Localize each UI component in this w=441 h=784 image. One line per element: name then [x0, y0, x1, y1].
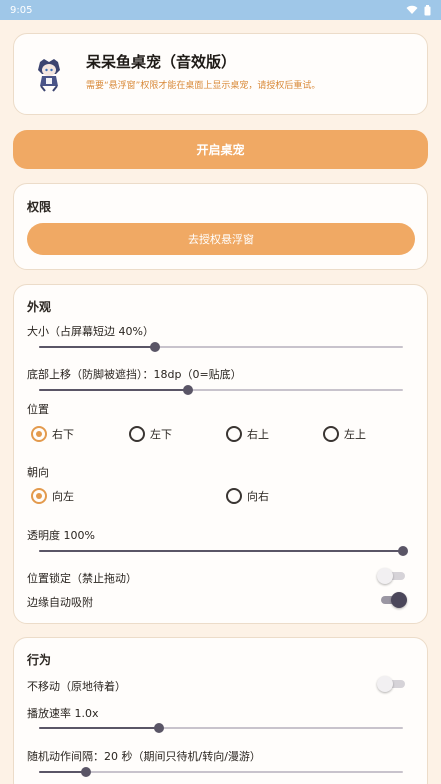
stay-label: 不移动（原地待着）	[27, 680, 126, 693]
behavior-title: 行为	[27, 653, 52, 667]
size-slider[interactable]	[39, 340, 403, 354]
size-slider-thumb[interactable]	[150, 342, 161, 352]
behavior-card: 行为 不移动（原地待着） 播放速率 1.0x 随机动作间隔：20 秒（期间只待机…	[13, 637, 428, 784]
offset-label: 底部上移（防脚被遮挡）：18dp（0=贴底）	[27, 368, 242, 381]
start-pet-button[interactable]: 开启桌宠	[13, 130, 428, 169]
opacity-slider-thumb[interactable]	[398, 546, 408, 556]
appearance-title: 外观	[27, 300, 52, 314]
grant-overlay-button[interactable]: 去授权悬浮窗	[27, 223, 415, 255]
opacity-label: 透明度 100%	[27, 529, 95, 542]
interval-label: 随机动作间隔：20 秒（期间只待机/转向/漫游）	[27, 750, 261, 763]
position-radio-top-right[interactable]: 右上	[226, 426, 269, 442]
size-label: 大小（占屏幕短边 40%）	[27, 325, 154, 338]
permission-hint: 需要“悬浮窗”权限才能在桌面上显示桌宠，请授权后重试。	[86, 81, 321, 91]
permission-title: 权限	[27, 200, 52, 214]
status-time: 9:05	[10, 4, 33, 16]
facing-label: 朝向	[27, 466, 49, 479]
appearance-card: 外观 大小（占屏幕短边 40%） 底部上移（防脚被遮挡）：18dp（0=贴底） …	[13, 284, 428, 624]
interval-slider-thumb[interactable]	[81, 767, 92, 777]
facing-radio-right[interactable]: 向右	[226, 488, 269, 504]
wifi-icon	[406, 5, 418, 14]
interval-slider[interactable]	[39, 765, 403, 779]
position-radio-top-left[interactable]: 左上	[323, 426, 366, 442]
offset-slider-thumb[interactable]	[183, 385, 194, 395]
offset-slider[interactable]	[39, 383, 403, 397]
battery-icon	[424, 4, 431, 15]
lock-position-toggle[interactable]	[377, 566, 405, 586]
app-header-card: 呆呆鱼桌宠（音效版） 需要“悬浮窗”权限才能在桌面上显示桌宠，请授权后重试。	[13, 33, 428, 115]
speed-label: 播放速率 1.0x	[27, 707, 99, 720]
speed-slider[interactable]	[39, 721, 403, 735]
facing-radio-left[interactable]: 向左	[31, 488, 74, 504]
position-radio-bottom-right[interactable]: 右下	[31, 426, 74, 442]
speed-slider-thumb[interactable]	[154, 723, 165, 733]
opacity-slider[interactable]	[39, 544, 408, 558]
facing-radio-group: 向左 向右	[27, 488, 417, 508]
edge-snap-toggle[interactable]	[379, 590, 407, 610]
pet-avatar-icon	[38, 59, 60, 92]
stay-in-place-toggle[interactable]	[377, 674, 405, 694]
snap-label: 边缘自动吸附	[27, 596, 93, 609]
status-bar: 9:05	[0, 0, 441, 20]
position-radio-bottom-left[interactable]: 左下	[129, 426, 172, 442]
app-title: 呆呆鱼桌宠（音效版）	[86, 53, 237, 71]
lock-label: 位置锁定（禁止拖动）	[27, 572, 137, 585]
position-label: 位置	[27, 403, 49, 416]
position-radio-group: 右下 左下 右上 左上	[27, 426, 417, 446]
permission-card: 权限 去授权悬浮窗	[13, 183, 428, 270]
